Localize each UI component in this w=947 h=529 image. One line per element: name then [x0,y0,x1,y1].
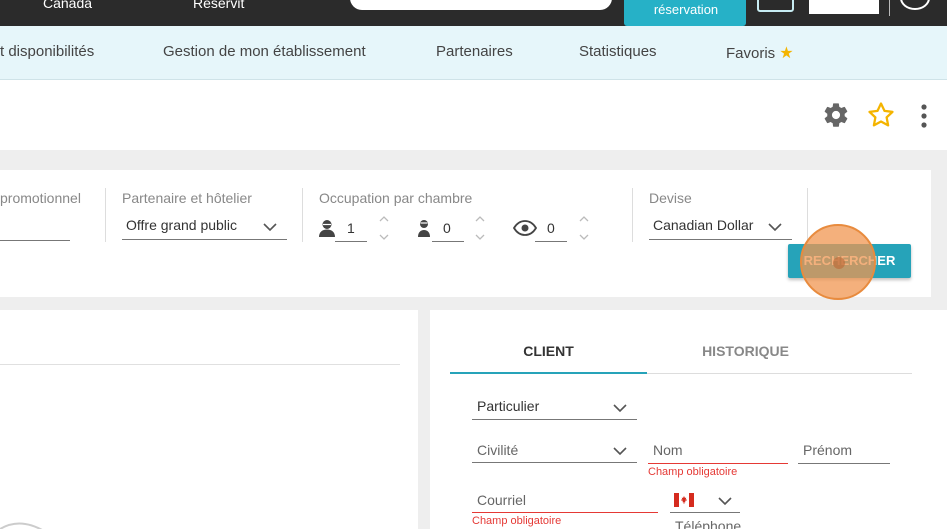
main-nav: t disponibilités Gestion de mon établiss… [0,26,947,80]
avatar[interactable] [900,0,930,10]
infants-stepper[interactable] [579,215,589,241]
occupancy-label: Occupation par chambre [319,190,473,206]
chevron-down-icon[interactable] [612,403,628,413]
children-count[interactable]: 0 [443,220,451,236]
page-toolbar [0,80,947,150]
adult-icon [319,220,335,237]
firstname-field[interactable] [798,463,890,464]
country-label[interactable]: Canada [43,0,92,11]
currency-select-value[interactable]: Canadian Dollar [653,217,753,233]
toggle-button[interactable] [757,0,794,12]
new-reservation-button[interactable]: réservation [624,0,746,26]
partner-label: Partenaire et hôtelier [122,190,252,206]
tab-client[interactable]: CLIENT [450,343,647,359]
phone-country-select[interactable] [670,512,740,513]
nav-item-favorites-label: Favoris [726,45,776,62]
name-placeholder[interactable]: Nom [653,442,683,458]
account-selector[interactable] [809,0,879,14]
nav-item-favorites[interactable]: Favoris ★ [726,43,794,63]
nav-item-establishment[interactable]: Gestion de mon établissement [163,43,366,60]
tab-history[interactable]: HISTORIQUE [647,343,844,359]
nav-item-partners[interactable]: Partenaires [436,43,513,60]
currency-select[interactable] [649,239,792,240]
adults-stepper[interactable] [379,215,389,241]
chevron-down-icon[interactable] [767,222,783,232]
divider [632,188,633,242]
adults-count[interactable]: 1 [347,220,355,236]
children-stepper[interactable] [475,215,485,241]
nav-item-statistics[interactable]: Statistiques [579,43,657,60]
infants-input[interactable] [535,241,567,242]
promo-code-input[interactable] [0,240,70,241]
adults-input[interactable] [335,241,367,242]
partner-select[interactable] [122,239,287,240]
promo-code-label: promotionnel [0,190,81,206]
email-error: Champ obligatoire [472,515,562,527]
child-icon [418,220,430,237]
civility-placeholder[interactable]: Civilité [477,442,518,458]
active-tab-indicator [450,372,647,374]
nav-item-availability[interactable]: t disponibilités [0,43,94,60]
divider [302,188,303,242]
infant-icon [513,220,537,236]
chevron-down-icon[interactable] [717,496,733,506]
gear-icon[interactable] [822,101,850,129]
chevron-down-icon[interactable] [612,446,628,456]
infants-count[interactable]: 0 [547,220,555,236]
civility-select[interactable] [472,462,637,463]
divider [807,188,808,242]
brand-label[interactable]: Reservit [193,0,244,11]
client-type-select[interactable] [472,419,637,420]
currency-label: Devise [649,190,692,206]
star-icon: ★ [779,45,794,62]
phone-placeholder[interactable]: Téléphone [675,518,741,529]
chevron-down-icon[interactable] [262,222,278,232]
click-indicator-center [833,257,845,269]
email-field[interactable] [472,512,658,513]
children-input[interactable] [432,241,464,242]
email-placeholder[interactable]: Courriel [477,492,526,508]
favorite-star-icon[interactable] [866,100,896,130]
client-type-value[interactable]: Particulier [477,398,539,414]
decorative-curve [0,522,43,529]
results-panel [0,310,418,529]
top-bar: Canada Reservit réservation [0,0,947,26]
partner-select-value[interactable]: Offre grand public [126,217,237,233]
topbar-divider [889,0,890,16]
more-options-icon[interactable] [918,103,930,129]
firstname-placeholder[interactable]: Prénom [803,442,852,458]
panel-divider [0,364,400,365]
canada-flag-icon[interactable] [674,493,694,507]
name-field[interactable] [648,463,788,464]
global-search-input[interactable] [350,0,612,10]
name-error: Champ obligatoire [648,466,738,478]
divider [105,188,106,242]
